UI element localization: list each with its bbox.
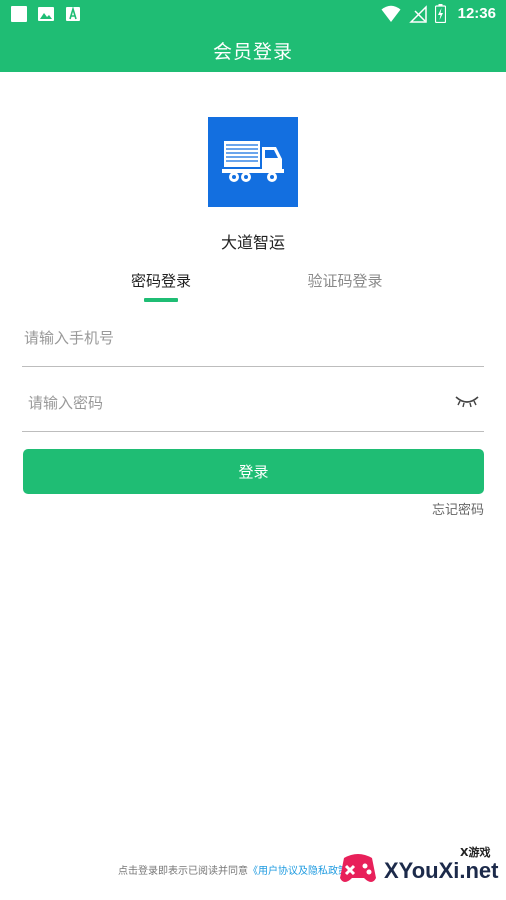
tab-active-indicator [144,298,178,302]
password-field [22,381,484,432]
phone-field [22,316,484,367]
battery-charging-icon [434,4,446,23]
text-a-icon [66,6,80,21]
agreement-notice: 点击登录即表示已阅读并同意《用户协议及隐私政策》 [118,862,358,877]
app-name: 大道智运 [220,233,285,252]
image-icon [38,7,54,21]
agreement-text: 点击登录即表示已阅读并同意 [118,866,248,877]
tab-password-login[interactable]: 密码登录 [120,270,202,291]
password-input[interactable] [28,389,448,417]
phone-input[interactable] [24,324,444,352]
page-title: 会员登录 [212,41,293,63]
app-logo [208,117,298,207]
status-icons-left [10,5,82,23]
truck-icon [222,141,284,182]
watermark-text: XYouXi.net [384,858,499,883]
login-button[interactable]: 登录 [23,449,484,494]
status-bar: 12:36 [0,0,506,28]
tab-code-login[interactable]: 验证码登录 [300,270,390,291]
forgot-password-link[interactable]: 忘记密码 [432,499,484,518]
app-bar: 会员登录 [0,28,506,72]
eye-closed-icon[interactable] [454,391,480,409]
watermark: X游戏 XYouXi.net [336,842,504,898]
status-icons-right: 12:36 [381,4,496,23]
wifi-icon [381,5,401,22]
clock-time: 12:36 [457,5,496,22]
no-signal-icon [408,4,427,23]
gamepad-logo-icon [340,854,376,882]
square-notification-icon [11,6,27,22]
